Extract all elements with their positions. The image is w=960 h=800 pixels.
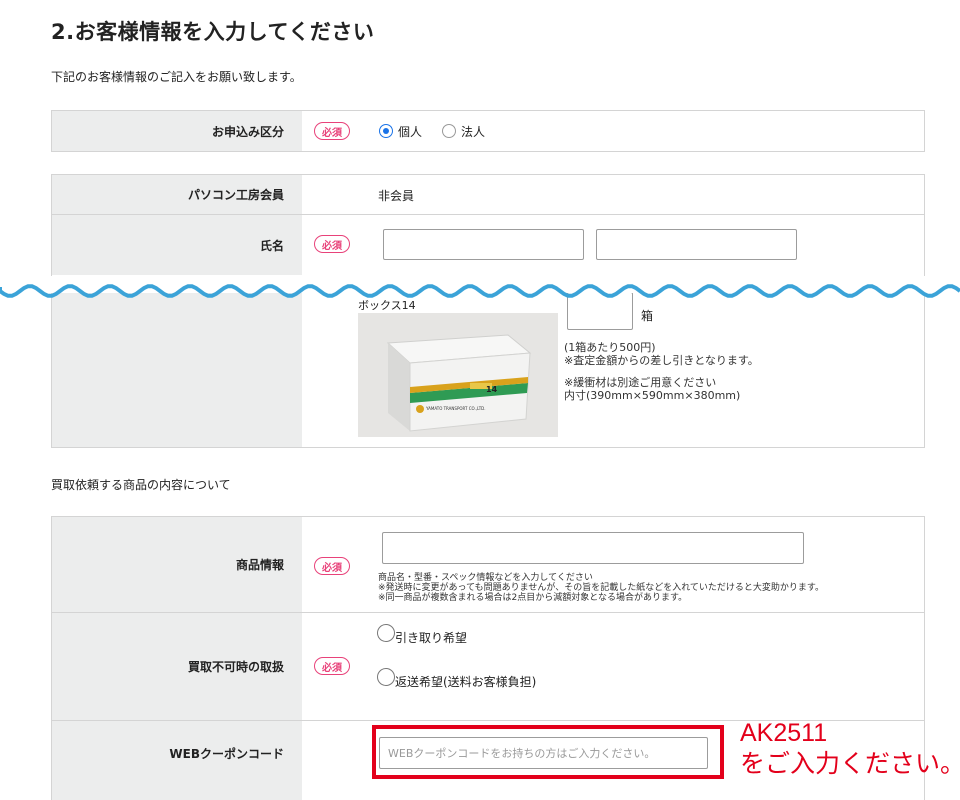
first-name-input[interactable] bbox=[596, 229, 797, 260]
box-unit-label: 箱 bbox=[641, 309, 654, 323]
wave-divider bbox=[0, 277, 960, 298]
product-info-input[interactable] bbox=[382, 532, 804, 564]
box-table: ボックス14 14 YAMATO TRANSPORT CO.,LTD. 箱 (1… bbox=[51, 290, 925, 448]
coupon-callout-code: AK2511 bbox=[740, 719, 828, 747]
box-row: ボックス14 14 YAMATO TRANSPORT CO.,LTD. 箱 (1… bbox=[52, 290, 924, 447]
page-intro: 下記のお客様情報のご記入をお願い致します。 bbox=[51, 70, 302, 84]
box-deduction-note: ※査定金額からの差し引きとなります。 bbox=[564, 354, 759, 367]
radio-individual-label[interactable]: 個人 bbox=[398, 123, 422, 140]
radio-individual[interactable] bbox=[379, 124, 393, 138]
radio-return[interactable] bbox=[377, 668, 395, 686]
customer-info-table: パソコン工房会員 非会員 氏名 必須 bbox=[51, 174, 925, 276]
name-row: 氏名 必須 bbox=[52, 215, 924, 275]
coupon-callout-text: をご入力ください。 bbox=[740, 750, 960, 778]
box-size-mark: 14 bbox=[486, 385, 498, 394]
required-badge: 必須 bbox=[314, 657, 350, 675]
membership-value: 非会員 bbox=[378, 189, 415, 203]
coupon-label: WEBクーポンコード bbox=[52, 721, 302, 800]
box-brand-text: YAMATO TRANSPORT CO.,LTD. bbox=[426, 406, 486, 411]
radio-corporate-label[interactable]: 法人 bbox=[461, 123, 485, 140]
radio-pickup[interactable] bbox=[377, 624, 395, 642]
coupon-highlight-box bbox=[372, 725, 724, 779]
box-cushion-note: ※緩衝材は別途ご用意ください bbox=[564, 376, 717, 389]
box-inner-size-note: 内寸(390mm×590mm×380mm) bbox=[564, 389, 741, 402]
cardboard-box-image bbox=[358, 313, 558, 437]
coupon-callout: AK2511 をご入力ください。 bbox=[740, 718, 960, 780]
items-section-heading: 買取依頼する商品の内容について bbox=[51, 478, 231, 492]
name-label: 氏名 bbox=[52, 215, 302, 275]
required-badge: 必須 bbox=[314, 122, 350, 140]
application-type-row: お申込み区分 必須 個人 法人 bbox=[52, 111, 924, 151]
required-badge: 必須 bbox=[314, 557, 350, 575]
radio-return-label[interactable]: 返送希望(送料お客様負担) bbox=[395, 673, 536, 690]
application-type-label: お申込み区分 bbox=[52, 111, 302, 151]
box-photo: 14 YAMATO TRANSPORT CO.,LTD. bbox=[358, 313, 558, 437]
application-type-table: お申込み区分 必須 個人 法人 bbox=[51, 110, 925, 152]
product-info-note-3: ※同一商品が複数含まれる場合は2点目から減額対象となる場合があります。 bbox=[378, 593, 688, 603]
page-title: 2.お客様情報を入力してください bbox=[51, 20, 375, 44]
product-info-label: 商品情報 bbox=[52, 517, 302, 612]
last-name-input[interactable] bbox=[383, 229, 584, 260]
radio-selected-dot bbox=[383, 128, 389, 134]
required-badge: 必須 bbox=[314, 235, 350, 253]
radio-pickup-label[interactable]: 引き取り希望 bbox=[395, 629, 467, 646]
unpurchasable-row: 買取不可時の取扱 必須 引き取り希望 返送希望(送料お客様負担) bbox=[52, 613, 924, 721]
unpurchasable-label: 買取不可時の取扱 bbox=[52, 613, 302, 720]
membership-row: パソコン工房会員 非会員 bbox=[52, 175, 924, 215]
box-price-note: (1箱あたり500円) bbox=[564, 341, 656, 354]
product-info-row: 商品情報 必須 商品名・型番・スペック情報などを入力してください ※発送時に変更… bbox=[52, 517, 924, 613]
radio-corporate[interactable] bbox=[442, 124, 456, 138]
membership-label: パソコン工房会員 bbox=[52, 175, 302, 214]
